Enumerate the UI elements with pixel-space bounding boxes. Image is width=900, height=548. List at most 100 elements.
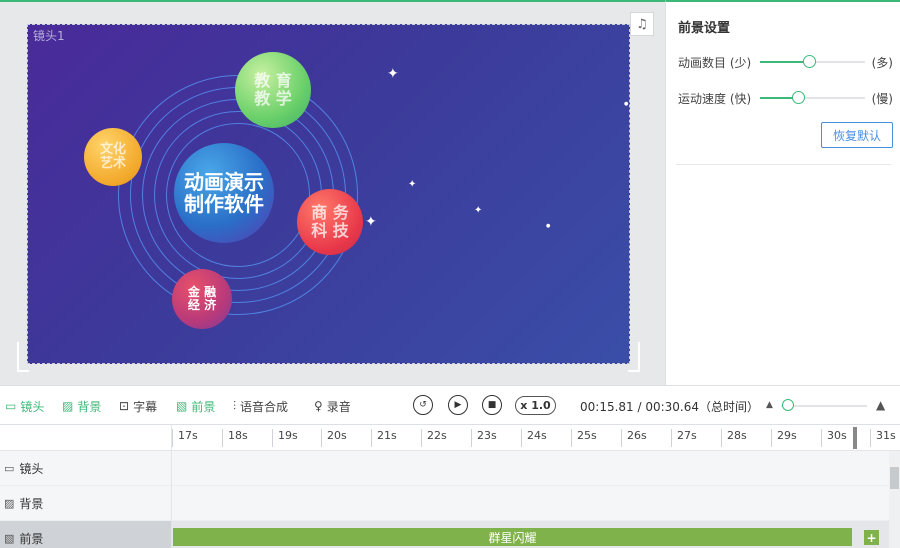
- timeline-clip[interactable]: 群星闪耀: [173, 528, 852, 546]
- music-icon: ♫: [636, 16, 648, 32]
- planet-culture[interactable]: 文化 艺术: [84, 128, 142, 186]
- microphone-icon: ♀: [314, 399, 323, 413]
- ruler-tick: 27s: [671, 429, 697, 447]
- track-label-foreground: ▧ 前景: [0, 521, 172, 548]
- slider-anim-count-knob[interactable]: [803, 55, 817, 68]
- canvas-area: 镜头1 动画演示 制作软件 教 育 教 学 文化 艺术 商 务 科 技 金 融 …: [0, 0, 665, 385]
- star-sparkle: ✦: [365, 214, 377, 230]
- planet-finance[interactable]: 金 融 经 济: [172, 269, 232, 329]
- ruler-tick: 18s: [222, 429, 248, 447]
- track-row-foreground[interactable]: ▧ 前景 群星闪耀 +: [0, 521, 900, 548]
- timeline-toolbar: ▭ 镜头 ▨ 背景 ⊡ 字幕 ▧ 前景 ⫶ 语音合成 ♀ 录音 ↺ ▶ ■ x …: [0, 385, 900, 425]
- replay-icon: ↺: [419, 400, 427, 410]
- planet-business[interactable]: 商 务 科 技: [297, 189, 363, 255]
- planet-culture-line2: 艺术: [99, 156, 126, 171]
- ruler-tick: 24s: [521, 429, 547, 447]
- slider-anim-count-label: 动画数目 (少): [678, 55, 752, 70]
- track-label-lens: ▭ 镜头: [0, 451, 172, 486]
- planet-finance-line2: 经 济: [187, 298, 217, 312]
- planet-education[interactable]: 教 育 教 学: [235, 52, 311, 128]
- ruler-tick: 21s: [371, 429, 397, 447]
- star-sparkle: ✦: [387, 66, 399, 82]
- tool-foreground-label: 前景: [191, 399, 216, 414]
- tool-tts-label: 语音合成: [240, 399, 289, 414]
- camera-icon: ▭: [4, 462, 15, 475]
- ruler-tick: 25s: [571, 429, 597, 447]
- slider-motion-speed-end: (慢): [871, 91, 893, 106]
- safe-area-corner: [628, 342, 640, 372]
- zoom-slider-knob[interactable]: [782, 399, 794, 411]
- speed-button[interactable]: x 1.0: [515, 396, 556, 415]
- timeline-ruler[interactable]: 17s 18s 19s 20s 21s 22s 23s 24s 25s 26s …: [0, 425, 900, 451]
- tool-lens-label: 镜头: [20, 399, 45, 414]
- app-window: 镜头1 动画演示 制作软件 教 育 教 学 文化 艺术 商 务 科 技 金 融 …: [0, 0, 900, 548]
- slider-motion-speed-knob[interactable]: [791, 91, 805, 104]
- star-sparkle: ✦: [474, 205, 483, 216]
- slider-anim-count-end: (多): [871, 55, 893, 70]
- stop-button[interactable]: ■: [482, 395, 502, 415]
- panel-title: 前景设置: [678, 21, 731, 36]
- safe-area-corner: [17, 342, 29, 372]
- ruler-tick: 20s: [321, 429, 347, 447]
- ruler-tick: 22s: [421, 429, 447, 447]
- star-sparkle: ●: [624, 101, 629, 107]
- tool-foreground[interactable]: ▧ 前景: [176, 397, 215, 415]
- tool-background[interactable]: ▨ 背景: [62, 397, 101, 415]
- reset-default-button[interactable]: 恢复默认: [821, 122, 893, 148]
- settings-panel: 前景设置 动画数目 (少) (多) 运动速度 (快) (慢) 恢复默认: [665, 0, 900, 385]
- star-sparkle: ●: [546, 223, 551, 229]
- add-clip-button[interactable]: +: [864, 530, 879, 545]
- ruler-tick: 23s: [471, 429, 497, 447]
- background-icon: ▨: [62, 399, 74, 413]
- background-icon: ▨: [4, 497, 15, 510]
- star-sparkle: ✦: [408, 179, 417, 190]
- track-label-background: ▨ 背景: [0, 486, 172, 521]
- tool-lens[interactable]: ▭ 镜头: [5, 397, 44, 415]
- tool-tts[interactable]: ⫶ 语音合成: [233, 397, 288, 415]
- slider-anim-count: 动画数目 (少) (多): [678, 53, 893, 71]
- timeline-scrollbar[interactable]: [889, 451, 900, 548]
- zoom-slider[interactable]: [781, 399, 867, 411]
- tool-subtitle-label: 字幕: [133, 399, 158, 414]
- planet-business-line2: 科 技: [311, 221, 349, 240]
- stage-canvas[interactable]: 镜头1 动画演示 制作软件 教 育 教 学 文化 艺术 商 务 科 技 金 融 …: [27, 24, 630, 364]
- replay-button[interactable]: ↺: [413, 395, 433, 415]
- foreground-icon: ▧: [176, 399, 188, 413]
- playhead[interactable]: [853, 427, 857, 449]
- tool-record-label: 录音: [326, 399, 351, 414]
- track-label-background-text: 背景: [19, 497, 44, 511]
- ruler-tick: 19s: [272, 429, 298, 447]
- waveform-icon: ⫶: [233, 398, 237, 413]
- track-row-lens[interactable]: ▭ 镜头: [0, 451, 900, 486]
- slider-anim-count-track[interactable]: [760, 55, 865, 68]
- stop-icon: ■: [487, 400, 497, 410]
- time-display: 00:15.81 / 00:30.64（总时间）: [580, 400, 760, 414]
- play-button[interactable]: ▶: [448, 395, 468, 415]
- timeline-scrollbar-thumb[interactable]: [890, 467, 899, 489]
- tool-subtitle[interactable]: ⊡ 字幕: [119, 397, 157, 415]
- center-planet[interactable]: 动画演示 制作软件: [174, 143, 274, 243]
- play-icon: ▶: [454, 400, 462, 410]
- slider-motion-speed: 运动速度 (快) (慢): [678, 89, 893, 107]
- panel-divider: [676, 164, 891, 165]
- planet-culture-line1: 文化: [99, 141, 126, 157]
- zoom-out-icon[interactable]: ▲: [766, 400, 773, 410]
- planet-education-line1: 教 育: [254, 71, 292, 91]
- planet-education-line2: 教 学: [254, 89, 292, 108]
- camera-icon: ▭: [5, 399, 17, 413]
- tool-record[interactable]: ♀ 录音: [314, 397, 351, 415]
- music-button[interactable]: ♫: [630, 12, 654, 36]
- slider-motion-speed-label: 运动速度 (快): [678, 91, 752, 106]
- ruler-tick: 17s: [172, 429, 198, 447]
- track-label-foreground-text: 前景: [19, 532, 44, 546]
- ruler-gutter: [0, 425, 172, 451]
- ruler-tick: 29s: [771, 429, 797, 447]
- center-planet-line2: 制作软件: [184, 192, 264, 216]
- slider-motion-speed-track[interactable]: [760, 91, 865, 104]
- slider-anim-count-fill: [760, 61, 810, 63]
- center-planet-line1: 动画演示: [184, 170, 264, 194]
- ruler-tick: 28s: [721, 429, 747, 447]
- track-row-background[interactable]: ▨ 背景: [0, 486, 900, 521]
- ruler-tick: 31s: [870, 429, 896, 447]
- zoom-in-icon[interactable]: ▲: [876, 398, 885, 412]
